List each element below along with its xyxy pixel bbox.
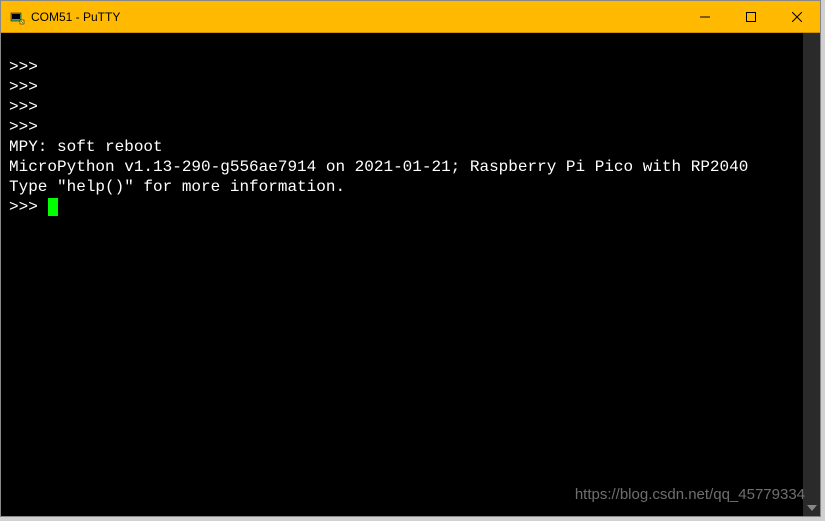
- close-button[interactable]: [774, 1, 820, 32]
- titlebar[interactable]: COM51 - PuTTY: [1, 1, 820, 33]
- window-controls: [682, 1, 820, 32]
- window-title: COM51 - PuTTY: [31, 10, 682, 24]
- terminal-line: Type "help()" for more information.: [9, 177, 795, 197]
- putty-icon: [9, 9, 25, 25]
- prompt: >>>: [9, 198, 47, 216]
- scrollbar-down-arrow-icon[interactable]: [803, 499, 820, 516]
- terminal-line: MicroPython v1.13-290-g556ae7914 on 2021…: [9, 157, 795, 177]
- scrollbar[interactable]: [803, 33, 820, 516]
- terminal-line: MPY: soft reboot: [9, 137, 795, 157]
- minimize-button[interactable]: [682, 1, 728, 32]
- cursor: [48, 198, 58, 216]
- terminal-area: >>>>>>>>>>>>MPY: soft rebootMicroPython …: [1, 33, 820, 516]
- maximize-button[interactable]: [728, 1, 774, 32]
- prompt-line: >>>: [9, 197, 795, 217]
- terminal-line: >>>: [9, 77, 795, 97]
- terminal-line: >>>: [9, 117, 795, 137]
- scrollbar-track[interactable]: [803, 33, 820, 499]
- terminal-line: >>>: [9, 57, 795, 77]
- putty-window: COM51 - PuTTY >>>>>>>>>>>>MPY: soft rebo…: [0, 0, 821, 517]
- terminal-line: >>>: [9, 97, 795, 117]
- terminal-content[interactable]: >>>>>>>>>>>>MPY: soft rebootMicroPython …: [1, 33, 803, 516]
